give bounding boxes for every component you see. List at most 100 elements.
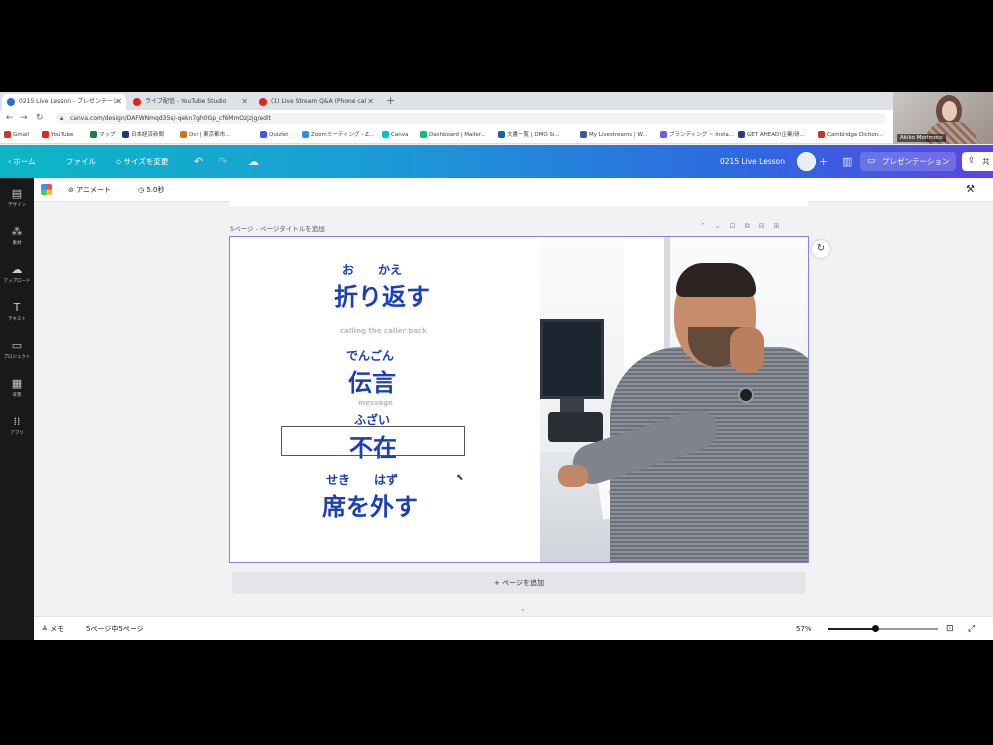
mailerlite-icon	[420, 131, 427, 138]
file-menu[interactable]: ファイル	[66, 145, 96, 178]
tab-label: 0215 Live Lesson - プレゼンテーシ	[19, 98, 119, 105]
sidebar-item-elements[interactable]: ⁂ 素材	[0, 226, 34, 247]
photo-wristwatch	[738, 387, 754, 403]
duration-label: 5.0秒	[146, 186, 165, 194]
word-dengon[interactable]: 伝言	[348, 363, 396, 398]
sidebar-item-projects[interactable]: ▭ プロジェクト	[0, 340, 34, 361]
folder-icon: ▭	[11, 339, 23, 352]
ruby-dengon[interactable]: でんごん	[346, 347, 394, 364]
bookmark-label: Dci | 東京都市...	[189, 132, 231, 138]
insights-chart-icon[interactable]: ▥	[842, 145, 852, 178]
bookmark-nikkei[interactable]: 日本経済新聞	[122, 131, 164, 139]
sidebar-item-label: テキスト	[8, 317, 26, 322]
resize-menu[interactable]: ⬦ サイズを変更	[116, 145, 168, 178]
bookmark-youtube[interactable]: YouTube	[42, 131, 73, 139]
page-action-icons: ⌃⌄⊡⧉⊟⊞	[700, 222, 788, 231]
share-button[interactable]: ⇪ 共	[962, 152, 993, 171]
tab-canva[interactable]: 0215 Live Lesson - プレゼンテーシ ✕	[2, 94, 126, 110]
cambridge-icon	[818, 131, 825, 138]
background-icon: ▦	[11, 377, 23, 390]
bookmark-canva[interactable]: Canva	[382, 131, 408, 139]
forward-arrow-icon[interactable]: →	[20, 111, 28, 126]
word-seki-wo-hazusu[interactable]: 席を外す	[322, 487, 418, 522]
avatar[interactable]	[797, 152, 816, 171]
editor-footer: ≚ メモ 5ページ中5ページ 57% ⊡ ⤢	[34, 616, 993, 640]
design-title[interactable]: 0215 Live Lesson	[720, 145, 785, 178]
lock-page-icon[interactable]: ⊡	[730, 222, 745, 230]
text-icon: T	[13, 301, 21, 314]
close-tab-icon[interactable]: ✕	[241, 94, 248, 110]
sidebar-item-apps[interactable]: ⁞⁞ アプリ	[0, 416, 34, 437]
bookmark-getahead[interactable]: GET AHEAD!企業/研...	[738, 131, 805, 139]
dmo-icon	[498, 131, 505, 138]
editor-toolbar: ⊘ アニメート ◷ 5.0秒 ⚒	[34, 178, 993, 202]
maps-icon	[90, 131, 97, 138]
delete-page-icon[interactable]: ⊟	[759, 222, 774, 230]
sidebar-item-background[interactable]: ▦ 背景	[0, 378, 34, 399]
url-field[interactable]: 🔒︎ canva.com/design/DAFWNmqd35s/-qekn7gh…	[56, 113, 886, 124]
animate-button[interactable]: ⊘ アニメート	[68, 178, 111, 202]
mouse-cursor-icon: ⬉	[456, 473, 464, 483]
bookmark-livestreams[interactable]: My Livestreams | W...	[580, 131, 648, 139]
tab-live-stream[interactable]: (1) Live Stream Q&A (Phone cal ✕	[254, 94, 378, 110]
bookmark-zoom[interactable]: Zoomミーティング - Z...	[302, 131, 374, 139]
present-button[interactable]: ▭ プレゼンテーション	[860, 152, 956, 171]
slide-page[interactable]: お かえ 折り返す calling the caller back でんごん 伝…	[229, 236, 809, 563]
duplicate-page-icon[interactable]: ⧉	[745, 222, 759, 230]
reload-icon[interactable]: ↻	[36, 111, 44, 126]
undo-icon[interactable]: ↶	[194, 145, 203, 178]
home-button[interactable]: ‹ ホーム	[8, 145, 36, 178]
refresh-icon[interactable]: ↻	[812, 240, 830, 258]
english-calling-back[interactable]: calling the caller back	[340, 327, 427, 335]
word-fuzai[interactable]: 不在	[349, 428, 397, 463]
sidebar-item-label: 背景	[12, 393, 22, 398]
canva-header: ‹ ホーム ファイル ⬦ サイズを変更 ↶ ↷ ☁ 0215 Live Less…	[0, 145, 993, 178]
businessman-phone-photo[interactable]	[540, 237, 808, 562]
fullscreen-icon[interactable]: ⤢	[968, 617, 975, 640]
add-collaborator-icon[interactable]: +	[819, 145, 828, 178]
page-counter: 5ページ中5ページ	[86, 625, 144, 633]
duration-button[interactable]: ◷ 5.0秒	[138, 178, 164, 202]
notes-button[interactable]: ≚ メモ	[42, 617, 64, 640]
bookmark-gmail[interactable]: Gmail	[4, 131, 29, 139]
bookmark-mailerlite[interactable]: Dashboard | Mailer...	[420, 131, 486, 139]
scroll-up-caret-icon[interactable]: ⌃	[520, 608, 526, 616]
webcam-thumbnail: Akiko Morimoto	[893, 92, 993, 144]
zoom-slider-handle[interactable]	[871, 625, 879, 632]
new-tab-icon[interactable]: +	[386, 94, 395, 108]
bookmark-label: 日本経済新聞	[131, 132, 165, 138]
page-title-field[interactable]: 5ページ - ページタイトルを追加	[230, 223, 325, 233]
ruby-oribasu[interactable]: お かえ	[342, 261, 402, 278]
close-tab-icon[interactable]: ✕	[115, 94, 122, 110]
bookmark-dci[interactable]: Dci | 東京都市...	[180, 131, 230, 139]
color-palette-icon[interactable]	[41, 184, 52, 195]
page-grid-icon[interactable]: ⊡	[946, 617, 954, 640]
bookmark-cambridge[interactable]: Cambridge Diction...	[818, 131, 884, 139]
add-page-icon[interactable]: ⊞	[774, 222, 789, 230]
back-arrow-icon[interactable]: ←	[6, 111, 14, 126]
bookmark-branding[interactable]: ブランディング ~ Insta...	[660, 131, 734, 139]
bookmark-dmo[interactable]: 文書一覧 | DMO Si...	[498, 131, 560, 139]
notes-label: メモ	[50, 625, 65, 633]
webcam-face	[942, 101, 957, 121]
word-oribasu[interactable]: 折り返す	[334, 277, 430, 312]
sidebar-item-uploads[interactable]: ☁ アップロード	[0, 264, 34, 285]
sidebar-item-design[interactable]: ▤ デザイン	[0, 188, 34, 209]
bookmark-label: 文書一覧 | DMO Si...	[507, 132, 560, 138]
bookmark-label: ブランディング ~ Insta...	[669, 132, 734, 138]
zoom-level[interactable]: 57%	[796, 617, 812, 640]
redo-icon[interactable]: ↷	[218, 145, 227, 178]
bookmark-quizlet[interactable]: Quizlet	[260, 131, 288, 139]
tab-youtube-studio[interactable]: ライブ配信 - YouTube Studio ✕	[128, 94, 252, 110]
english-message[interactable]: message	[358, 399, 393, 407]
chevron-up-icon[interactable]: ⌃	[700, 222, 715, 230]
zoom-slider[interactable]	[828, 625, 938, 632]
add-page-button[interactable]: + ページを追加	[232, 572, 806, 594]
paint-roller-icon[interactable]: ⚒	[966, 178, 975, 202]
bookmark-maps[interactable]: マップ	[90, 131, 116, 139]
sidebar-item-text[interactable]: T テキスト	[0, 302, 34, 323]
ruby-seki-wo-hazusu[interactable]: せき はず	[326, 471, 398, 488]
bookmark-label: Cambridge Diction...	[827, 132, 884, 138]
close-tab-icon[interactable]: ✕	[367, 94, 374, 110]
chevron-down-icon[interactable]: ⌄	[715, 222, 730, 230]
